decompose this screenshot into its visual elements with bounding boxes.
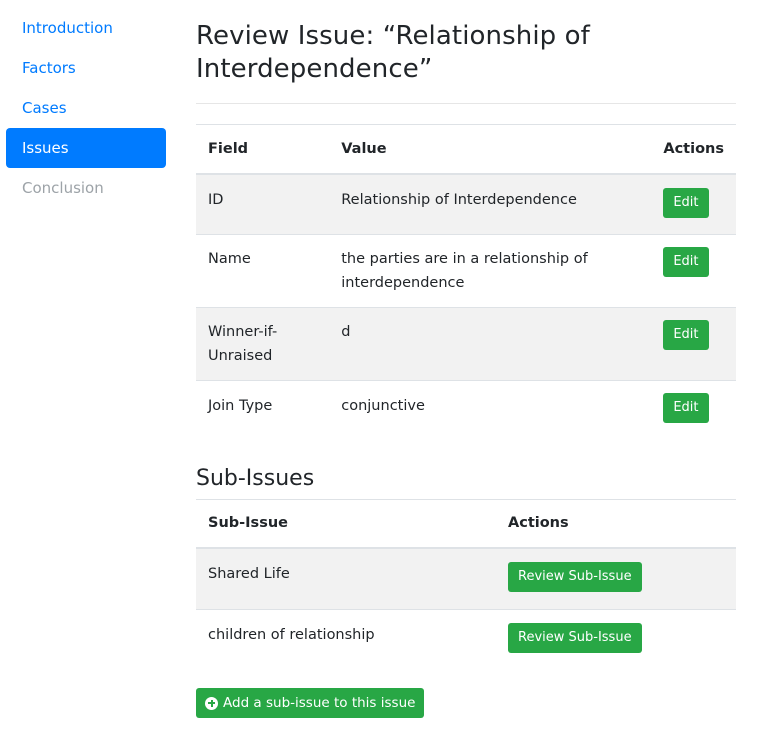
review-sub-issue-button[interactable]: Review Sub-Issue — [508, 562, 642, 592]
value-cell: the parties are in a relationship of int… — [341, 251, 588, 291]
value-cell: Relationship of Interdependence — [341, 191, 577, 208]
issue-details-table: Field Value Actions ID Relationship of I… — [196, 124, 736, 437]
main-content: Review Issue: “Relationship of Interdepe… — [196, 0, 736, 718]
table-row: Join Type conjunctive Edit — [196, 380, 736, 437]
column-header-value: Value — [341, 140, 387, 157]
column-header-sub-issue: Sub-Issue — [208, 515, 288, 532]
value-cell: conjunctive — [341, 398, 425, 414]
column-header-field: Field — [208, 140, 249, 157]
field-cell: ID — [208, 191, 224, 208]
table-row: Name the parties are in a relationship o… — [196, 234, 736, 308]
sub-issue-name: Shared Life — [208, 566, 290, 582]
edit-join-type-button[interactable]: Edit — [663, 393, 709, 423]
edit-name-button[interactable]: Edit — [663, 247, 709, 277]
sidebar-item-cases[interactable]: Cases — [6, 88, 166, 128]
title-divider — [196, 103, 736, 104]
table-row: Shared Life Review Sub-Issue — [196, 548, 736, 609]
table-row: ID Relationship of Interdependence Edit — [196, 173, 736, 235]
sub-issues-table: Sub-Issue Actions Shared Life Review Sub… — [196, 499, 736, 671]
table-header-row: Sub-Issue Actions — [196, 499, 736, 548]
edit-id-button[interactable]: Edit — [663, 187, 709, 218]
sidebar-item-factors[interactable]: Factors — [6, 48, 166, 88]
sub-issues-heading: Sub-Issues — [196, 465, 315, 491]
page-title-line1: Review Issue: “Relationship of — [196, 21, 590, 51]
field-cell: Name — [208, 251, 251, 267]
sidebar-nav: Introduction Factors Cases Issues Conclu… — [6, 8, 166, 208]
table-header-row: Field Value Actions — [196, 124, 736, 174]
table-row: Winner-if-Unraised d Edit — [196, 307, 736, 381]
review-sub-issue-button[interactable]: Review Sub-Issue — [508, 622, 642, 653]
column-header-actions: Actions — [663, 140, 724, 157]
column-header-actions: Actions — [508, 515, 569, 532]
sub-issue-name: children of relationship — [208, 626, 375, 643]
page-title: Review Issue: “Relationship of Interdepe… — [196, 0, 736, 86]
add-sub-issue-label: Add a sub-issue to this issue — [223, 695, 416, 711]
edit-winner-if-unraised-button[interactable]: Edit — [663, 320, 709, 350]
sidebar-item-introduction[interactable]: Introduction — [6, 8, 166, 48]
field-cell: Join Type — [208, 398, 273, 414]
sidebar-item-conclusion: Conclusion — [22, 179, 104, 197]
add-sub-issue-button[interactable]: Add a sub-issue to this issue — [196, 688, 425, 718]
value-cell: d — [341, 324, 351, 340]
plus-circle-icon — [205, 696, 218, 710]
table-row: children of relationship Review Sub-Issu… — [196, 609, 736, 670]
add-sub-issue-row: Add a sub-issue to this issue — [196, 688, 736, 718]
field-cell: Winner-if-Unraised — [208, 324, 278, 364]
page-title-line2: Interdependence” — [196, 54, 433, 84]
sidebar-item-issues[interactable]: Issues — [6, 128, 166, 168]
